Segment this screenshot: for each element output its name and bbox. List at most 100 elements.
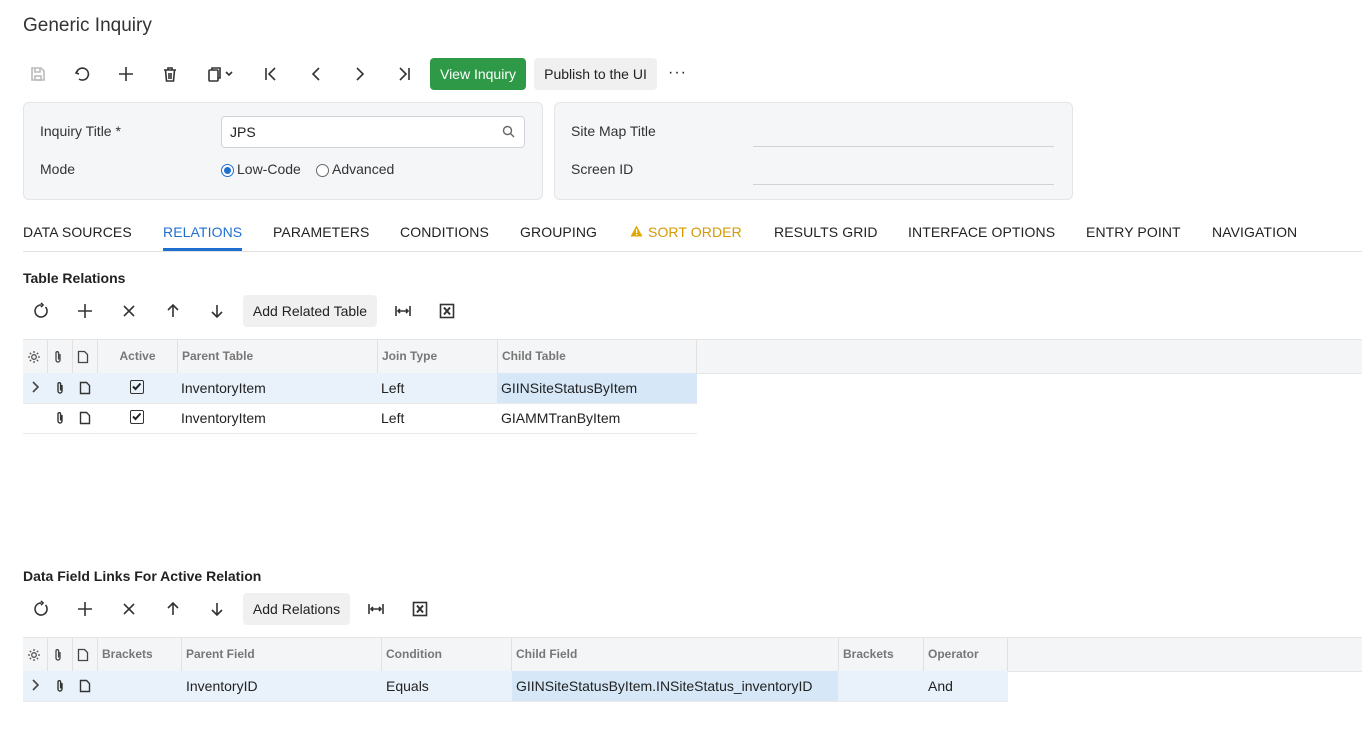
- settings-icon[interactable]: [23, 638, 48, 671]
- previous-record-icon[interactable]: [302, 60, 330, 88]
- mode-low-code-label[interactable]: Low-Code: [237, 161, 301, 177]
- delete-row-icon[interactable]: [115, 297, 143, 325]
- search-icon[interactable]: [502, 125, 515, 141]
- field-links-title: Data Field Links For Active Relation: [23, 568, 262, 584]
- col-operator[interactable]: Operator: [924, 638, 1008, 671]
- attachment-icon[interactable]: [54, 679, 66, 696]
- delete-icon[interactable]: [156, 60, 184, 88]
- field-links-grid-header: Brackets Parent Field Condition Child Fi…: [23, 637, 1362, 672]
- col-child-field[interactable]: Child Field: [512, 638, 839, 671]
- inquiry-title-label: Inquiry Title *: [40, 123, 121, 139]
- brackets-open-cell[interactable]: [98, 671, 182, 701]
- add-relations-button[interactable]: Add Relations: [243, 593, 350, 625]
- add-row-icon[interactable]: [71, 595, 99, 623]
- table-row[interactable]: InventoryItem Left GIAMMTranByItem: [23, 403, 697, 434]
- operator-cell[interactable]: And: [924, 671, 953, 701]
- child-table-cell[interactable]: GIAMMTranByItem: [497, 403, 620, 433]
- screen-id-label: Screen ID: [571, 161, 634, 177]
- table-relations-title: Table Relations: [23, 270, 126, 286]
- condition-cell[interactable]: Equals: [382, 671, 429, 701]
- col-active[interactable]: Active: [98, 340, 178, 373]
- child-field-cell[interactable]: GIINSiteStatusByItem.INSiteStatus_invent…: [512, 671, 838, 701]
- move-up-icon[interactable]: [159, 595, 187, 623]
- parent-field-cell[interactable]: InventoryID: [182, 671, 258, 701]
- mode-advanced-radio[interactable]: [316, 164, 329, 177]
- expand-chevron-icon[interactable]: [31, 380, 41, 397]
- page-title: Generic Inquiry: [23, 15, 152, 36]
- join-type-cell[interactable]: Left: [377, 403, 404, 433]
- col-brackets-open[interactable]: Brackets: [98, 638, 182, 671]
- refresh-icon[interactable]: [27, 595, 55, 623]
- site-map-title-label: Site Map Title: [571, 123, 656, 139]
- inquiry-title-value: JPS: [230, 124, 256, 140]
- relations-grid-header: Active Parent Table Join Type Child Tabl…: [23, 339, 1362, 374]
- attachment-column-icon: [48, 638, 73, 671]
- tab-navigation[interactable]: NAVIGATION: [1212, 224, 1297, 240]
- note-icon[interactable]: [79, 381, 91, 398]
- export-excel-icon[interactable]: [433, 297, 461, 325]
- publish-to-ui-button[interactable]: Publish to the UI: [534, 58, 657, 90]
- next-record-icon[interactable]: [346, 60, 374, 88]
- save-icon[interactable]: [24, 60, 52, 88]
- settings-icon[interactable]: [23, 340, 48, 373]
- move-up-icon[interactable]: [159, 297, 187, 325]
- table-row[interactable]: InventoryItem Left GIINSiteStatusByItem: [23, 373, 697, 404]
- mode-label: Mode: [40, 161, 76, 177]
- site-map-panel: [554, 102, 1073, 200]
- refresh-icon[interactable]: [27, 297, 55, 325]
- attachment-column-icon: [48, 340, 73, 373]
- tab-sort-order[interactable]: SORT ORDER: [630, 224, 742, 240]
- notes-column-icon: [73, 638, 98, 671]
- col-join-type[interactable]: Join Type: [378, 340, 498, 373]
- note-icon[interactable]: [79, 411, 91, 428]
- undo-icon[interactable]: [68, 60, 96, 88]
- brackets-close-cell[interactable]: [839, 671, 924, 701]
- tab-results-grid[interactable]: RESULTS GRID: [774, 224, 878, 240]
- add-related-table-button[interactable]: Add Related Table: [243, 295, 377, 327]
- export-excel-icon[interactable]: [406, 595, 434, 623]
- mode-low-code-radio[interactable]: [221, 164, 234, 177]
- expand-chevron-icon[interactable]: [31, 678, 41, 695]
- child-table-cell[interactable]: GIINSiteStatusByItem: [497, 373, 697, 403]
- tab-data-sources[interactable]: DATA SOURCES: [23, 224, 132, 240]
- fit-columns-icon[interactable]: [362, 595, 390, 623]
- tab-relations[interactable]: RELATIONS: [163, 224, 243, 251]
- col-child-table[interactable]: Child Table: [498, 340, 697, 373]
- attachment-icon[interactable]: [54, 411, 66, 428]
- fit-columns-icon[interactable]: [389, 297, 417, 325]
- tab-parameters[interactable]: PARAMETERS: [273, 224, 369, 240]
- note-icon[interactable]: [79, 679, 91, 696]
- add-row-icon[interactable]: [71, 297, 99, 325]
- active-checkbox[interactable]: [130, 410, 144, 424]
- screen-id-field[interactable]: [753, 184, 1054, 185]
- col-parent-table[interactable]: Parent Table: [178, 340, 378, 373]
- move-down-icon[interactable]: [203, 595, 231, 623]
- site-map-title-field[interactable]: [753, 146, 1054, 147]
- more-options-icon[interactable]: ···: [668, 64, 687, 82]
- inquiry-title-field[interactable]: JPS: [221, 116, 525, 148]
- view-inquiry-button[interactable]: View Inquiry: [430, 58, 526, 90]
- parent-table-cell[interactable]: InventoryItem: [177, 403, 266, 433]
- delete-row-icon[interactable]: [115, 595, 143, 623]
- col-condition[interactable]: Condition: [382, 638, 512, 671]
- tab-bar: DATA SOURCES RELATIONS PARAMETERS CONDIT…: [23, 224, 1362, 252]
- copy-paste-icon[interactable]: [200, 60, 242, 88]
- col-brackets-close[interactable]: Brackets: [839, 638, 924, 671]
- tab-interface-options[interactable]: INTERFACE OPTIONS: [908, 224, 1055, 240]
- col-parent-field[interactable]: Parent Field: [182, 638, 382, 671]
- tab-conditions[interactable]: CONDITIONS: [400, 224, 489, 240]
- add-icon[interactable]: [112, 60, 140, 88]
- warning-icon: [630, 224, 643, 240]
- tab-grouping[interactable]: GROUPING: [520, 224, 597, 240]
- parent-table-cell[interactable]: InventoryItem: [177, 373, 266, 403]
- first-record-icon[interactable]: [257, 60, 285, 88]
- join-type-cell[interactable]: Left: [377, 373, 404, 403]
- last-record-icon[interactable]: [390, 60, 418, 88]
- table-row[interactable]: InventoryID Equals GIINSiteStatusByItem.…: [23, 671, 1008, 702]
- tab-entry-point[interactable]: ENTRY POINT: [1086, 224, 1181, 240]
- mode-advanced-label[interactable]: Advanced: [332, 161, 394, 177]
- attachment-icon[interactable]: [54, 381, 66, 398]
- active-checkbox[interactable]: [130, 380, 144, 394]
- tab-sort-order-label: SORT ORDER: [648, 224, 742, 240]
- move-down-icon[interactable]: [203, 297, 231, 325]
